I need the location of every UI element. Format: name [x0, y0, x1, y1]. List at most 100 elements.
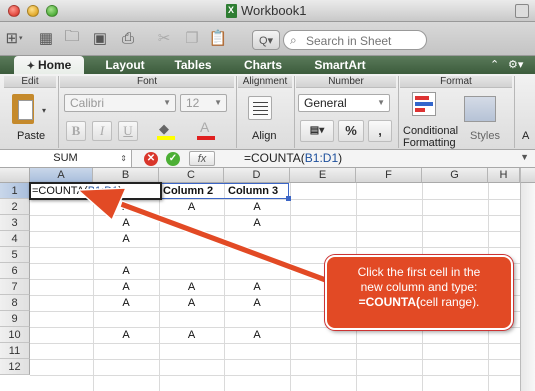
cell-d10[interactable]: A	[224, 327, 290, 343]
number-format-select[interactable]: General ▼	[298, 94, 390, 112]
tab-home[interactable]: ✦ Home	[14, 56, 84, 74]
open-folder-icon[interactable]: 🗀	[62, 28, 82, 48]
expand-formula-bar-icon[interactable]: ▼	[520, 152, 529, 162]
column-header-e[interactable]: E	[290, 168, 356, 183]
tab-layout[interactable]: Layout	[92, 56, 158, 74]
print-icon[interactable]: ⎙	[118, 28, 138, 48]
align-button-label[interactable]: Align	[252, 130, 276, 142]
cell-d7[interactable]: A	[224, 279, 290, 295]
fill-color-button[interactable]: ◆	[155, 119, 179, 141]
column-header-g[interactable]: G	[422, 168, 488, 183]
ribbon-collapse-icon[interactable]: ⌃	[490, 58, 499, 71]
bold-button[interactable]: B	[66, 121, 86, 141]
select-all-corner[interactable]	[0, 168, 30, 183]
row-header-3[interactable]: 3	[0, 215, 30, 231]
row-header-6[interactable]: 6	[0, 263, 30, 279]
cell-c7[interactable]: A	[159, 279, 224, 295]
cell-b2[interactable]: A	[93, 199, 159, 215]
ribbon-settings-gear-icon[interactable]: ⚙▾	[508, 58, 523, 71]
font-color-button[interactable]: A	[195, 119, 219, 141]
row-header-9[interactable]: 9	[0, 311, 30, 327]
search-input[interactable]	[306, 33, 424, 48]
minimize-window-button[interactable]	[27, 5, 39, 17]
cell-c8[interactable]: A	[159, 295, 224, 311]
row-header-11[interactable]: 11	[0, 343, 30, 359]
templates-icon[interactable]: ▦	[36, 28, 56, 48]
cell-b7[interactable]: A	[93, 279, 159, 295]
paste-button-label[interactable]: Paste	[17, 130, 45, 142]
formula-input[interactable]: =COUNTA(B1:D1)	[244, 151, 342, 165]
cell-b10[interactable]: A	[93, 327, 159, 343]
currency-format-button[interactable]: ▤▾	[300, 120, 334, 142]
formula-bar: SUM ⇕ ✕ ✓ fx =COUNTA(B1:D1) ▼	[0, 150, 535, 168]
next-group-label: A	[522, 130, 530, 142]
font-size-select[interactable]: 12 ▼	[180, 94, 227, 112]
italic-button[interactable]: I	[92, 121, 112, 141]
column-header-h[interactable]: H	[488, 168, 520, 183]
referenced-range-highlight	[159, 183, 291, 201]
zoom-window-button[interactable]	[46, 5, 58, 17]
active-cell-a1-editor[interactable]: =COUNTA(B1:D1)	[29, 182, 162, 200]
cancel-entry-button[interactable]: ✕	[144, 152, 158, 166]
group-font-heading: Font	[60, 76, 234, 88]
paste-toolbar-icon[interactable]: 📋	[208, 28, 228, 48]
cell-b8[interactable]: A	[93, 295, 159, 311]
insert-function-button[interactable]: fx	[189, 151, 215, 166]
column-header-b[interactable]: B	[93, 168, 159, 183]
vertical-scrollbar[interactable]	[520, 183, 535, 391]
ribbon-tab-bar: ✦ Home Layout Tables Charts SmartArt ⌃ ⚙▾	[0, 56, 535, 74]
paste-clipboard-icon[interactable]	[12, 94, 34, 124]
row-header-10[interactable]: 10	[0, 327, 30, 343]
column-header-d[interactable]: D	[224, 168, 290, 183]
row-header-2[interactable]: 2	[0, 199, 30, 215]
group-alignment-heading: Alignment	[238, 76, 292, 88]
column-header-c[interactable]: C	[159, 168, 224, 183]
search-options-button[interactable]: Q▾	[252, 30, 280, 50]
paste-options-arrow-icon[interactable]: ▾	[42, 106, 46, 115]
home-tab-icon: ✦	[26, 61, 36, 72]
conditional-formatting-label[interactable]: Conditional Formatting	[403, 125, 458, 149]
cell-c2[interactable]: A	[159, 199, 224, 215]
tab-tables[interactable]: Tables	[160, 56, 226, 74]
tab-charts[interactable]: Charts	[230, 56, 296, 74]
underline-button[interactable]: U	[118, 121, 138, 141]
cell-d8[interactable]: A	[224, 295, 290, 311]
name-box[interactable]: SUM ⇕	[0, 150, 132, 167]
styles-button-label[interactable]: Styles	[470, 130, 500, 142]
cell-b4[interactable]: A	[93, 231, 159, 247]
group-divider	[514, 76, 515, 148]
cell-d2[interactable]: A	[224, 199, 290, 215]
tab-smartart[interactable]: SmartArt	[300, 56, 380, 74]
new-workbook-icon[interactable]: ⊞ ▾	[4, 28, 24, 48]
copy-icon[interactable]: ❐	[182, 28, 202, 48]
row-header-4[interactable]: 4	[0, 231, 30, 247]
close-window-button[interactable]	[8, 5, 20, 17]
row-header-12[interactable]: 12	[0, 359, 30, 375]
row-header-5[interactable]: 5	[0, 247, 30, 263]
cell-d3[interactable]: A	[224, 215, 290, 231]
cell-b6[interactable]: A	[93, 263, 159, 279]
search-field[interactable]: ⌕	[283, 30, 427, 50]
row-header-8[interactable]: 8	[0, 295, 30, 311]
group-divider	[398, 76, 399, 148]
ribbon-home-panel: Edit ▾ Paste Font Calibri ▼ 12 ▼ B I U ◆ A…	[0, 74, 535, 150]
group-divider	[58, 76, 59, 148]
font-name-select[interactable]: Calibri ▼	[64, 94, 176, 112]
column-header-a[interactable]: A	[30, 168, 93, 183]
comma-format-button[interactable]: ,	[368, 120, 392, 142]
cell-b3[interactable]: A	[93, 215, 159, 231]
conditional-formatting-icon[interactable]	[412, 92, 436, 116]
standard-toolbar: ⊞ ▾ ▦ 🗀 ▣ ⎙ ✂ ❐ 📋 Q▾ ⌕	[0, 22, 535, 56]
align-lines-icon[interactable]	[248, 96, 272, 120]
cell-c10[interactable]: A	[159, 327, 224, 343]
column-header-f[interactable]: F	[356, 168, 422, 183]
confirm-entry-button[interactable]: ✓	[166, 152, 180, 166]
chevron-down-icon: ▼	[214, 98, 222, 107]
cell-styles-icon[interactable]	[464, 96, 496, 122]
toolbar-toggle-button[interactable]	[515, 4, 529, 18]
row-header-7[interactable]: 7	[0, 279, 30, 295]
percent-format-button[interactable]: %	[338, 120, 364, 142]
save-icon[interactable]: ▣	[90, 28, 110, 48]
row-header-1[interactable]: 1	[0, 183, 30, 199]
cut-icon[interactable]: ✂	[154, 28, 174, 48]
